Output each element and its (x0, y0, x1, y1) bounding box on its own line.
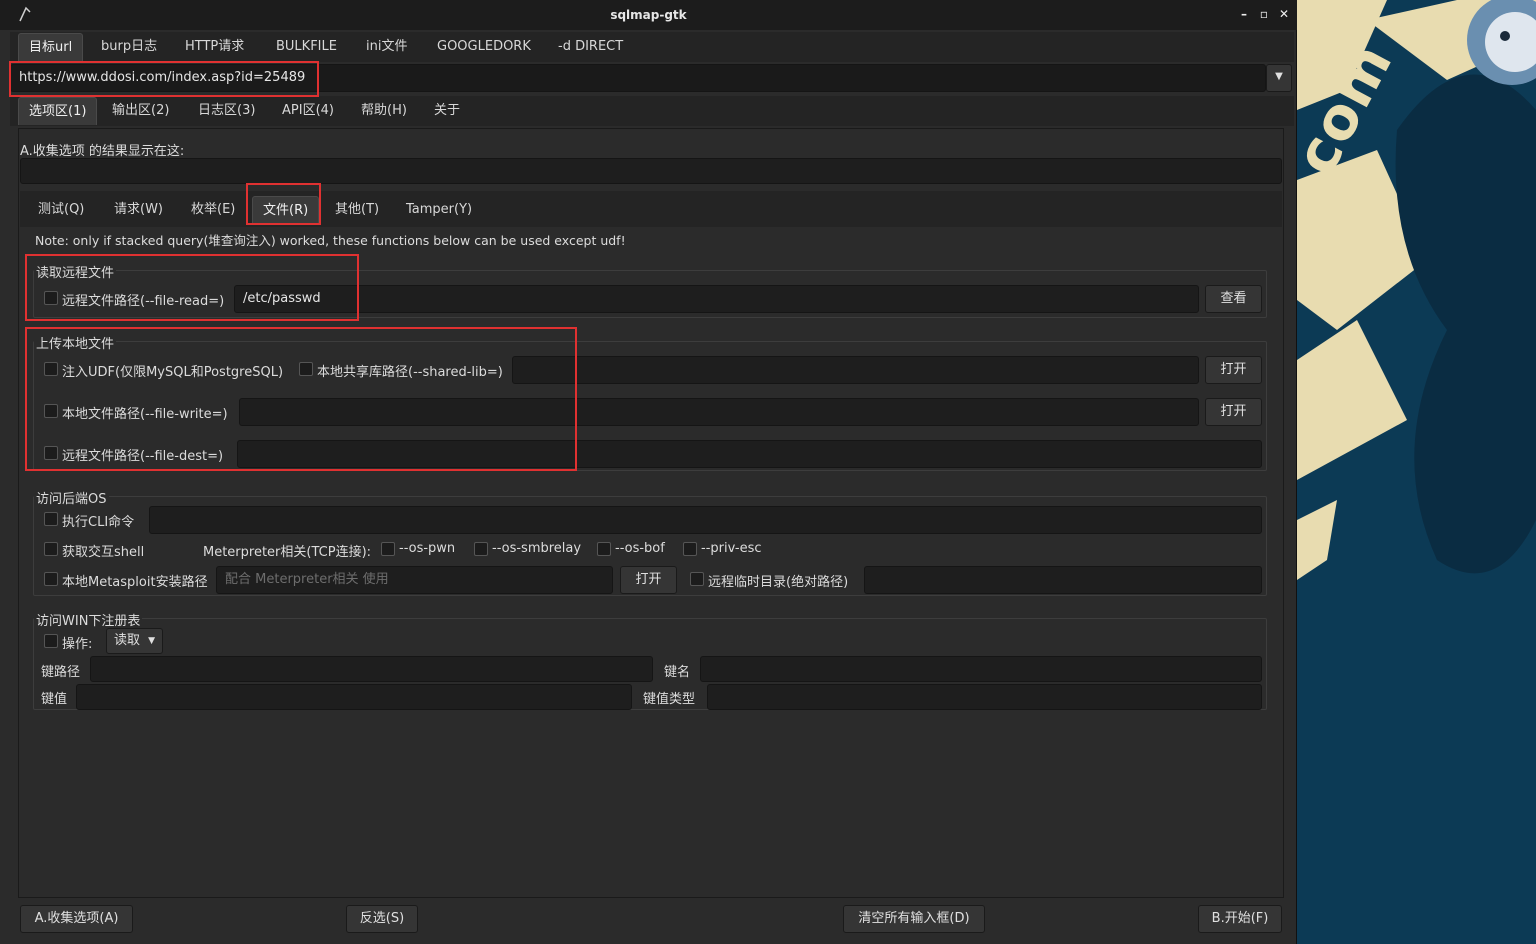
sqlmap-window: sqlmap-gtk – ▫ ✕ 目标url burp日志 HTTP请求 BUL… (0, 0, 1297, 944)
window-title: sqlmap-gtk (610, 8, 687, 22)
tab-help[interactable]: 帮助(H) (351, 97, 417, 125)
tab-output[interactable]: 输出区(2) (102, 97, 179, 125)
tab-burp-log[interactable]: burp日志 (91, 33, 167, 61)
url-dropdown-button[interactable]: ▼ (1266, 64, 1292, 92)
os-access-title: 访问后端OS (34, 488, 109, 507)
tab-tamper[interactable]: Tamper(Y) (396, 196, 482, 224)
file-write-label: 本地文件路径(--file-write=) (62, 407, 228, 422)
tab-log[interactable]: 日志区(3) (188, 97, 265, 125)
tab-bulkfile[interactable]: BULKFILE (266, 33, 347, 61)
file-read-input[interactable]: /etc/passwd (234, 285, 1199, 313)
os-bof-label: --os-bof (615, 541, 665, 556)
registry-title: 访问WIN下注册表 (34, 610, 143, 629)
tmp-path-input[interactable] (864, 566, 1262, 594)
tab-file[interactable]: 文件(R) (252, 196, 320, 224)
priv-esc-label: --priv-esc (701, 541, 762, 556)
tab-target-url[interactable]: 目标url (18, 33, 84, 61)
os-bof-checkbox[interactable] (597, 542, 611, 556)
udf-inject-checkbox[interactable] (44, 362, 58, 376)
file-write-open-button[interactable]: 打开 (1205, 398, 1262, 426)
meterpreter-label: Meterpreter相关(TCP连接): (203, 545, 372, 560)
reg-op-select[interactable]: 读取 ▼ (106, 628, 163, 654)
collect-result-label: A.收集选项 的结果显示在这: (20, 144, 185, 159)
tmp-path-label: 远程临时目录(绝对路径) (708, 575, 849, 590)
stacked-query-note: Note: only if stacked query(堆查询注入) worke… (35, 233, 626, 248)
shared-lib-label: 本地共享库路径(--shared-lib=) (317, 365, 503, 380)
url-input[interactable]: https://www.ddosi.com/index.asp?id=25489 (10, 64, 1266, 92)
shared-lib-open-button[interactable]: 打开 (1205, 356, 1262, 384)
tab-api[interactable]: API区(4) (272, 97, 344, 125)
reg-name-label: 键名 (664, 665, 691, 680)
reg-op-label: 操作: (62, 637, 93, 652)
reg-type-label: 键值类型 (643, 692, 696, 707)
target-tabstrip: 目标url burp日志 HTTP请求 BULKFILE ini文件 GOOGL… (10, 32, 1294, 62)
os-pwn-label: --os-pwn (399, 541, 456, 556)
file-dest-input[interactable] (237, 440, 1262, 468)
collect-options-button[interactable]: A.收集选项(A) (20, 905, 133, 933)
reg-op-checkbox[interactable] (44, 634, 58, 648)
udf-inject-label: 注入UDF(仅限MySQL和PostgreSQL) (62, 365, 284, 380)
tab-other[interactable]: 其他(T) (325, 196, 389, 224)
reg-key-input[interactable] (90, 656, 653, 682)
maximize-icon[interactable]: ▫ (1257, 7, 1271, 21)
file-read-label: 远程文件路径(--file-read=) (62, 294, 225, 309)
tmp-path-checkbox[interactable] (690, 572, 704, 586)
os-smbrelay-checkbox[interactable] (474, 542, 488, 556)
file-write-checkbox[interactable] (44, 404, 58, 418)
shared-lib-checkbox[interactable] (299, 362, 313, 376)
file-write-input[interactable] (239, 398, 1199, 426)
os-cmd-checkbox[interactable] (44, 512, 58, 526)
title-bar[interactable]: sqlmap-gtk – ▫ ✕ (0, 0, 1297, 30)
tab-request[interactable]: 请求(W) (104, 196, 173, 224)
caret-down-icon: ▼ (148, 636, 155, 646)
tab-enumerate[interactable]: 枚举(E) (181, 196, 245, 224)
os-smbrelay-label: --os-smbrelay (492, 541, 582, 556)
sub-tabstrip: 测试(Q) 请求(W) 枚举(E) 文件(R) 其他(T) Tamper(Y) (20, 191, 1282, 227)
start-button[interactable]: B.开始(F) (1198, 905, 1282, 933)
tab-http-request[interactable]: HTTP请求 (175, 33, 254, 61)
os-cmd-input[interactable] (149, 506, 1262, 534)
msf-path-checkbox[interactable] (44, 572, 58, 586)
upload-local-title: 上传本地文件 (34, 333, 117, 352)
reg-value-input[interactable] (76, 684, 632, 710)
msf-path-input[interactable]: 配合 Meterpreter相关 使用 (216, 566, 613, 594)
os-pwn-checkbox[interactable] (381, 542, 395, 556)
msf-path-label: 本地Metasploit安装路径 (62, 575, 208, 590)
shared-lib-input[interactable] (512, 356, 1199, 384)
clear-inputs-button[interactable]: 清空所有输入框(D) (843, 905, 985, 933)
tab-test[interactable]: 测试(Q) (28, 196, 94, 224)
invert-select-button[interactable]: 反选(S) (346, 905, 418, 933)
reg-op-value: 读取 (114, 633, 141, 648)
os-cmd-label: 执行CLI命令 (62, 515, 135, 530)
chevron-down-icon: ▼ (1275, 71, 1283, 82)
tab-direct[interactable]: -d DIRECT (548, 33, 633, 61)
file-dest-label: 远程文件路径(--file-dest=) (62, 449, 224, 464)
tab-options[interactable]: 选项区(1) (18, 97, 98, 125)
priv-esc-checkbox[interactable] (683, 542, 697, 556)
minimize-icon[interactable]: – (1237, 7, 1251, 21)
file-dest-checkbox[interactable] (44, 446, 58, 460)
close-icon[interactable]: ✕ (1277, 7, 1291, 21)
reg-type-input[interactable] (707, 684, 1262, 710)
tab-ini-file[interactable]: ini文件 (356, 33, 417, 61)
tab-about[interactable]: 关于 (424, 97, 470, 125)
file-read-checkbox[interactable] (44, 291, 58, 305)
main-tabstrip: 选项区(1) 输出区(2) 日志区(3) API区(4) 帮助(H) 关于 (10, 96, 1294, 126)
collect-result-field[interactable] (20, 158, 1282, 184)
reg-key-label: 键路径 (41, 665, 81, 680)
os-shell-checkbox[interactable] (44, 542, 58, 556)
tab-googledork[interactable]: GOOGLEDORK (427, 33, 541, 61)
reg-value-label: 键值 (41, 692, 68, 707)
os-shell-label: 获取交互shell (62, 545, 145, 560)
read-remote-title: 读取远程文件 (34, 262, 117, 281)
msf-open-button[interactable]: 打开 (620, 566, 677, 594)
view-button[interactable]: 查看 (1205, 285, 1262, 313)
reg-name-input[interactable] (700, 656, 1262, 682)
